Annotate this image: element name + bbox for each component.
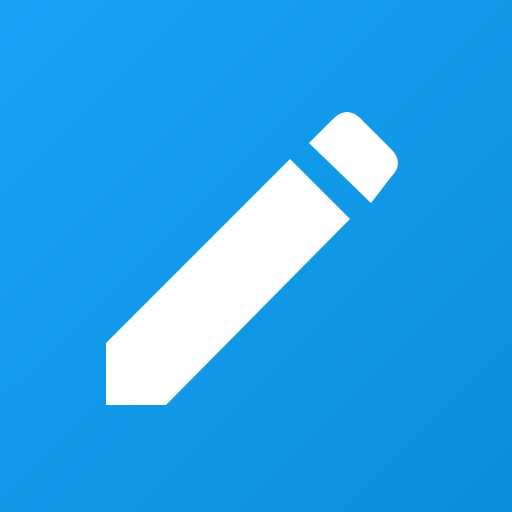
pencil-icon xyxy=(106,112,398,405)
pencil-eraser xyxy=(309,112,398,203)
pencil-body xyxy=(106,159,350,405)
edit-app-icon[interactable] xyxy=(0,0,512,512)
